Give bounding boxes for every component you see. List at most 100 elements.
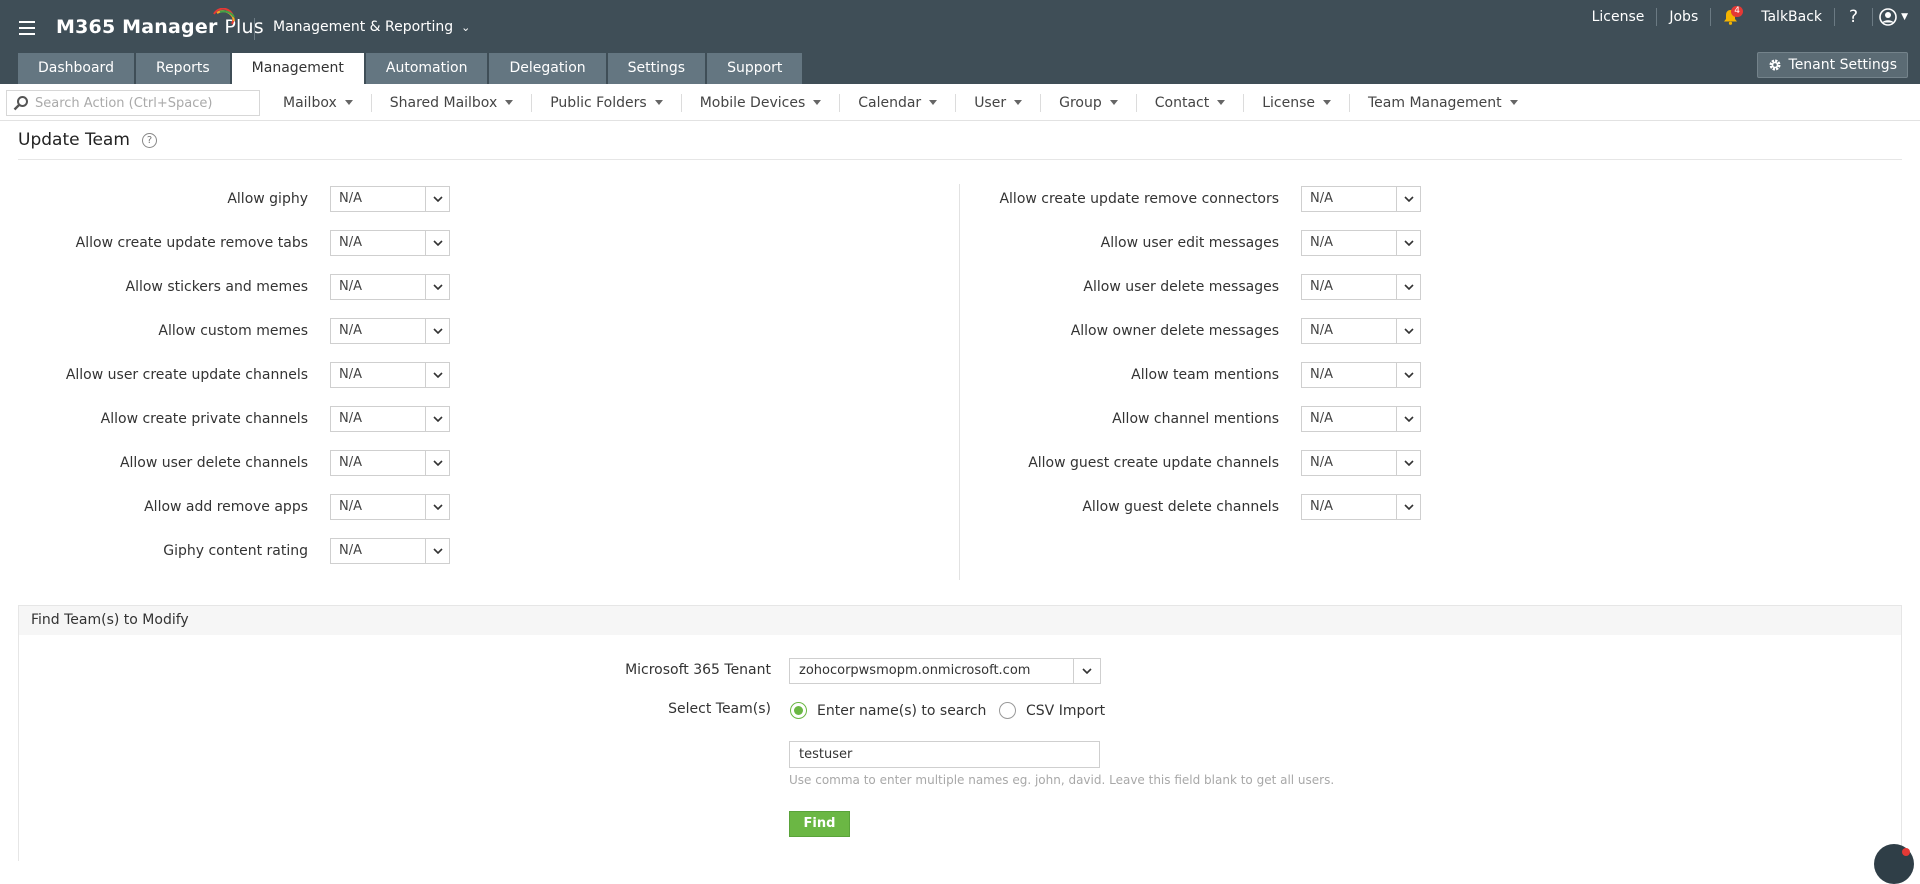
radio-csv-import[interactable]: CSV Import — [999, 702, 1105, 719]
chevron-down-icon — [425, 539, 449, 563]
menu-label: Mailbox — [283, 94, 337, 111]
menu-label: Team Management — [1367, 94, 1502, 111]
action-menu-bar: Mailbox Shared Mailbox Public Folders Mobil… — [0, 84, 1920, 121]
help-circle-icon[interactable]: ? — [142, 133, 157, 148]
field-label-text: Giphy content rating — [163, 543, 308, 559]
allow-create-update-remove-connectors-select[interactable]: N/A — [1301, 186, 1421, 212]
find-teams-heading: Find Team(s) to Modify — [19, 606, 1901, 635]
page-title: Update Team — [18, 130, 130, 150]
caret-down-icon — [654, 100, 663, 105]
team-input-hint: Use comma to enter multiple names eg. jo… — [789, 773, 1335, 787]
field-label-text: Allow owner delete messages — [1070, 323, 1279, 339]
menu-label: Public Folders — [550, 94, 647, 111]
top-header: M365 Manager Plus Management & Reporting… — [0, 0, 1920, 84]
field-label-text: Allow user delete messages — [1083, 279, 1279, 295]
field-label-text: Allow create update remove connectors — [999, 191, 1279, 207]
allow-owner-delete-messages-select[interactable]: N/A — [1301, 318, 1421, 344]
user-menu[interactable]: ▼ — [1873, 8, 1920, 26]
tab-reports[interactable]: Reports — [135, 53, 230, 84]
select-value: N/A — [1310, 323, 1333, 338]
caret-down-icon — [1322, 100, 1331, 105]
chevron-down-icon — [1396, 187, 1420, 211]
user-avatar-icon — [1879, 8, 1897, 26]
tab-automation[interactable]: Automation — [365, 53, 488, 84]
menu-calendar[interactable]: Calendar — [840, 93, 957, 112]
chevron-down-icon — [1396, 363, 1420, 387]
tab-delegation[interactable]: Delegation — [489, 53, 606, 84]
caret-down-icon — [929, 100, 938, 105]
caret-down-icon: ▼ — [1901, 12, 1908, 22]
license-link[interactable]: License — [1580, 9, 1657, 25]
select-value: N/A — [1310, 235, 1333, 250]
find-teams-panel: Find Team(s) to Modify — [18, 605, 1902, 861]
giphy-content-rating-select[interactable]: N/A — [330, 538, 450, 564]
field-label: Allow channel mentions — [0, 406, 1279, 432]
notification-count-badge: 4 — [1731, 6, 1743, 17]
menu-user[interactable]: User — [956, 93, 1042, 112]
allow-user-edit-messages-select[interactable]: N/A — [1301, 230, 1421, 256]
tab-management[interactable]: Management — [231, 53, 364, 84]
hamburger-menu-icon[interactable] — [19, 21, 35, 35]
caret-down-icon — [813, 100, 822, 105]
menu-mailbox[interactable]: Mailbox — [265, 93, 372, 112]
menu-label: Calendar — [858, 94, 922, 111]
module-switcher[interactable]: Management & Reporting ⌄ — [273, 19, 470, 35]
allow-guest-create-update-channels-select[interactable]: N/A — [1301, 450, 1421, 476]
radio-enter-names[interactable]: Enter name(s) to search — [790, 702, 986, 719]
chat-widget-icon[interactable] — [1874, 844, 1914, 884]
tenant-select[interactable]: zohocorpwsmopm.onmicrosoft.com — [789, 658, 1101, 684]
find-button[interactable]: Find — [789, 811, 850, 837]
chat-notification-dot — [1902, 848, 1910, 856]
radio-enter-names-label: Enter name(s) to search — [817, 702, 987, 719]
caret-down-icon — [505, 100, 514, 105]
chevron-down-icon — [1396, 407, 1420, 431]
field-label-text: Allow channel mentions — [1112, 411, 1279, 427]
talkback-link[interactable]: TalkBack — [1749, 9, 1834, 25]
select-value: N/A — [1310, 411, 1333, 426]
tab-support[interactable]: Support — [707, 53, 803, 84]
chevron-down-icon — [1396, 495, 1420, 519]
menu-label: Group — [1059, 94, 1102, 111]
menu-team-management[interactable]: Team Management — [1350, 94, 1536, 112]
menu-contact[interactable]: Contact — [1137, 93, 1245, 112]
allow-channel-mentions-select[interactable]: N/A — [1301, 406, 1421, 432]
action-search-input[interactable] — [35, 95, 255, 111]
chevron-down-icon — [1396, 275, 1420, 299]
radio-unselected-icon — [999, 702, 1016, 719]
brand-separator — [254, 18, 255, 40]
menu-shared-mailbox[interactable]: Shared Mailbox — [372, 93, 533, 112]
allow-guest-delete-channels-select[interactable]: N/A — [1301, 494, 1421, 520]
notifications-button[interactable]: 4 — [1711, 0, 1749, 34]
tab-dashboard[interactable]: Dashboard — [18, 53, 134, 84]
menu-public-folders[interactable]: Public Folders — [532, 93, 682, 112]
caret-down-icon — [1109, 100, 1118, 105]
search-icon — [13, 96, 28, 111]
menu-license[interactable]: License — [1244, 93, 1350, 112]
field-label: Allow team mentions — [0, 362, 1279, 388]
top-right-links: License Jobs 4 TalkBack ? ▼ — [1580, 0, 1920, 34]
action-menu: Mailbox Shared Mailbox Public Folders Mobil… — [265, 84, 1536, 121]
select-value: N/A — [1310, 367, 1333, 382]
menu-group[interactable]: Group — [1041, 93, 1137, 112]
allow-user-delete-messages-select[interactable]: N/A — [1301, 274, 1421, 300]
radio-csv-import-label: CSV Import — [1026, 702, 1106, 719]
main-tabs: Dashboard Reports Management Automation Dele… — [18, 53, 804, 84]
select-teams-label: Select Team(s) — [668, 701, 771, 717]
select-value: N/A — [1310, 279, 1333, 294]
field-label-text: Allow user edit messages — [1100, 235, 1279, 251]
jobs-link[interactable]: Jobs — [1657, 9, 1710, 25]
allow-team-mentions-select[interactable]: N/A — [1301, 362, 1421, 388]
tenant-settings-button[interactable]: Tenant Settings — [1756, 52, 1908, 78]
field-label-text: Allow guest create update channels — [1028, 455, 1279, 471]
team-name-input[interactable] — [789, 741, 1100, 768]
menu-label: Mobile Devices — [699, 94, 806, 111]
field-label: Allow guest create update channels — [0, 450, 1279, 476]
select-value: N/A — [339, 543, 362, 558]
title-divider — [18, 159, 1902, 160]
logo-arc-icon — [213, 8, 235, 25]
tab-settings[interactable]: Settings — [607, 53, 706, 84]
menu-mobile-devices[interactable]: Mobile Devices — [682, 93, 841, 112]
menu-label: Contact — [1154, 94, 1210, 111]
tenant-settings-label: Tenant Settings — [1788, 57, 1897, 73]
help-icon[interactable]: ? — [1835, 7, 1872, 27]
